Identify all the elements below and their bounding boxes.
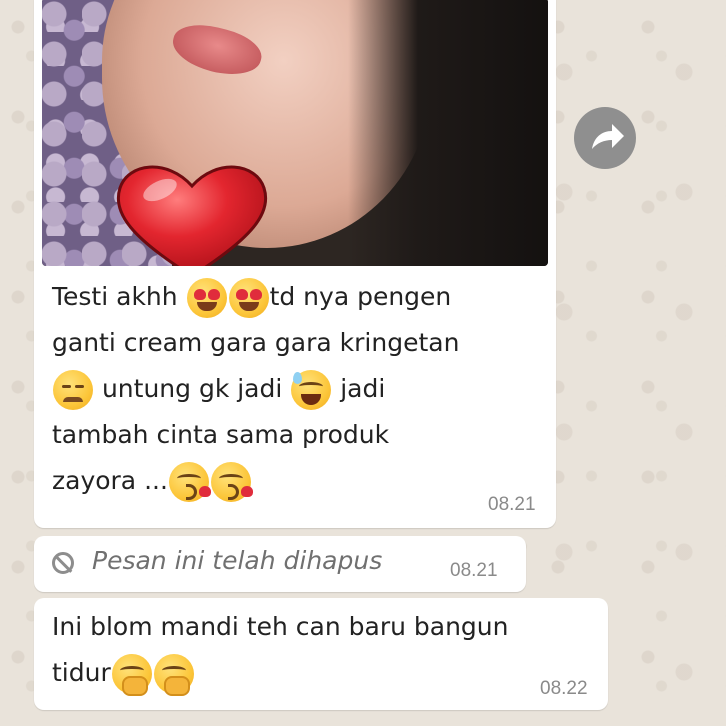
caption-line-3: untung gk jadi jadi: [52, 366, 385, 412]
message-timestamp: 08.22: [540, 678, 588, 699]
hand-over-mouth-emoji-icon: [111, 654, 152, 696]
caption-line-4: tambah cinta sama produk: [52, 420, 390, 449]
kiss-emoji-icon: [210, 462, 253, 502]
message-line-1: Ini blom mandi teh can baru bangun: [52, 612, 509, 641]
kiss-emoji-icon: [168, 462, 211, 502]
message-line-2: tidur: [52, 650, 195, 696]
heart-sticker-icon: [116, 165, 268, 266]
disappointed-emoji-icon: [53, 370, 93, 410]
message-timestamp: 08.21: [450, 560, 498, 581]
deleted-message-bubble[interactable]: Pesan ini telah dihapus 08.21: [34, 536, 526, 592]
prohibited-icon: [52, 552, 74, 574]
hand-over-mouth-emoji-icon: [153, 654, 194, 696]
photo-hair: [348, 0, 548, 266]
caption-line-5: zayora ...: [52, 458, 253, 504]
message-timestamp: 08.21: [488, 494, 536, 515]
heart-eyes-emoji-icon: [186, 278, 227, 318]
caption-line-1: Testi akhh td nya pengen: [52, 274, 451, 320]
image-message-bubble[interactable]: Testi akhh td nya pengen ganti cream gar…: [34, 0, 556, 528]
heart-eyes-emoji-icon: [228, 278, 269, 318]
forward-button[interactable]: [574, 107, 636, 169]
photo-attachment[interactable]: [42, 0, 548, 266]
deleted-message-text: Pesan ini telah dihapus: [92, 546, 383, 575]
caption-line-2: ganti cream gara gara kringetan: [52, 328, 460, 357]
sweat-smile-emoji-icon: [291, 370, 332, 410]
text-message-bubble[interactable]: Ini blom mandi teh can baru bangun tidur…: [34, 598, 608, 710]
forward-arrow-icon: [592, 124, 624, 149]
